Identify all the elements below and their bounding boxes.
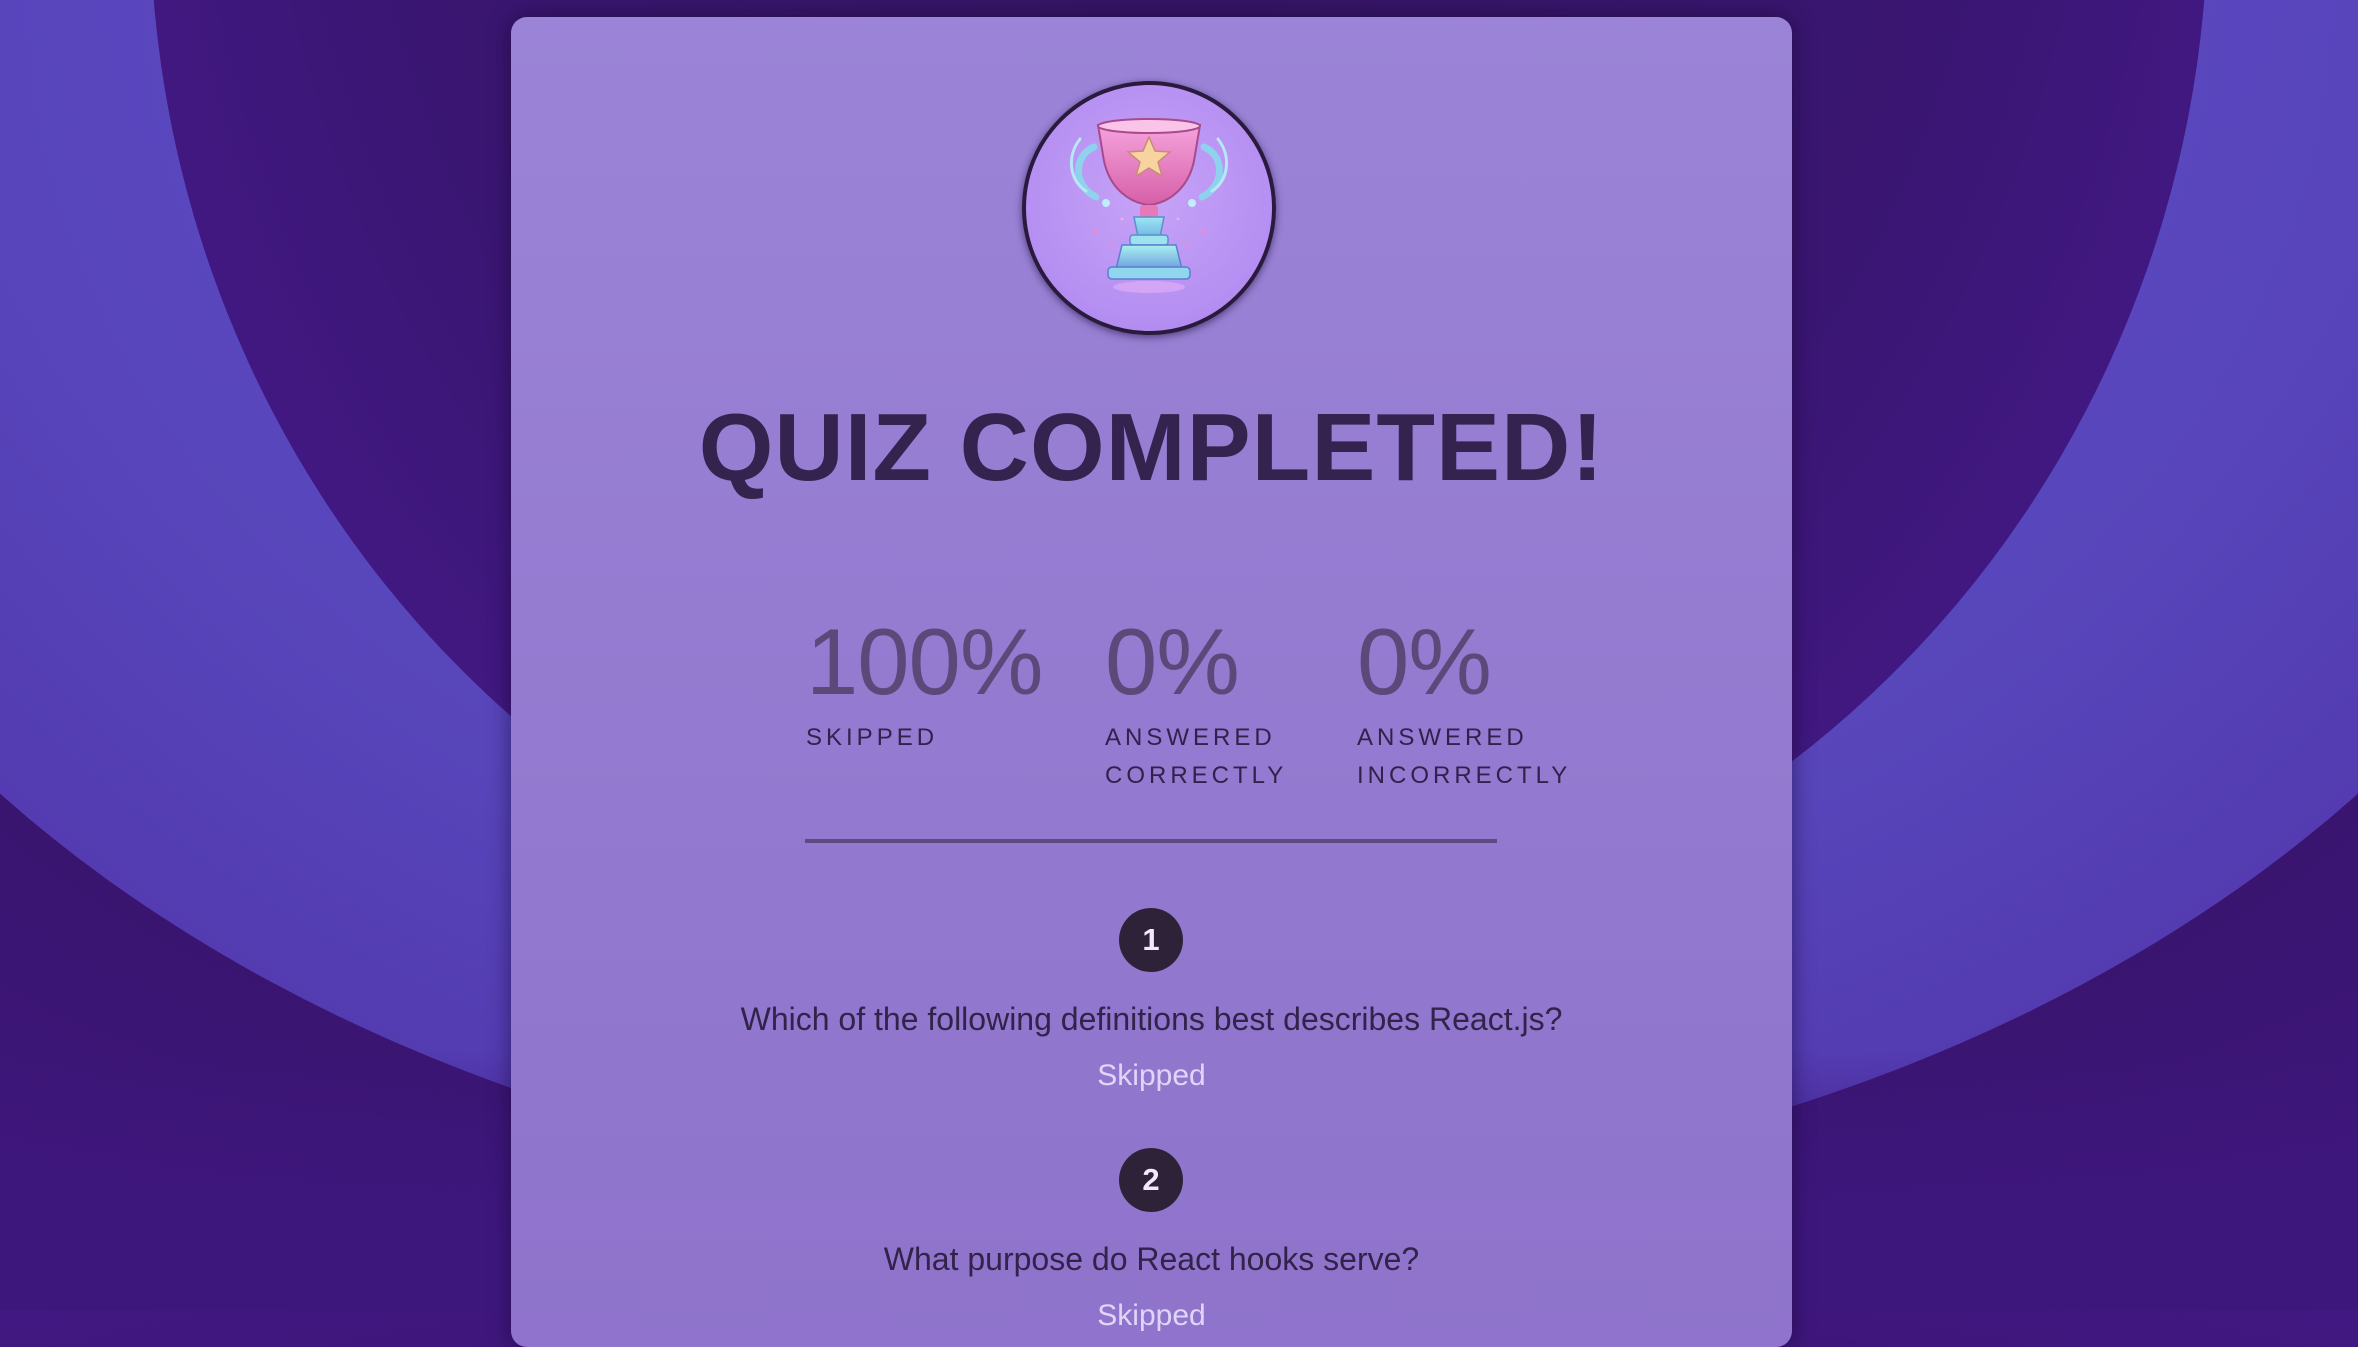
stat-correct-label-line2: CORRECTLY	[1105, 762, 1288, 789]
stat-correct-label-line1: ANSWERED	[1105, 724, 1276, 751]
stat-incorrect-label-line1: ANSWERED	[1357, 724, 1528, 751]
stat-incorrect-value: 0%	[1357, 609, 1492, 714]
question-number-badge: 1	[1119, 908, 1183, 972]
question-text: What purpose do React hooks serve?	[883, 1241, 1420, 1277]
results-card: QUIZ COMPLETED! 100% SKIPPED 0% ANSWERED…	[511, 17, 1792, 1347]
stat-answered-incorrectly: 0% ANSWERED INCORRECTLY	[1357, 615, 1571, 795]
trophy-badge	[1022, 81, 1276, 335]
stat-correct-value: 0%	[1105, 609, 1240, 714]
question-text: Which of the following definitions best …	[740, 1001, 1563, 1037]
stat-skipped: 100% SKIPPED	[806, 609, 1043, 757]
question-status: Skipped	[1097, 1299, 1206, 1332]
trophy-icon	[1069, 118, 1229, 293]
stat-skipped-label-line1: SKIPPED	[806, 724, 939, 751]
stat-skipped-value: 100%	[806, 609, 1043, 714]
stat-incorrect-label: ANSWERED INCORRECTLY	[1357, 719, 1571, 795]
stat-skipped-label: SKIPPED	[806, 719, 1042, 757]
question-number-badge: 2	[1119, 1148, 1183, 1212]
divider	[805, 839, 1497, 843]
stat-answered-correctly: 0% ANSWERED CORRECTLY	[1105, 615, 1287, 795]
stat-correct-label: ANSWERED CORRECTLY	[1105, 719, 1287, 795]
page-title: QUIZ COMPLETED!	[698, 394, 1605, 501]
question-status: Skipped	[1097, 1059, 1206, 1092]
stat-incorrect-label-line2: INCORRECTLY	[1357, 762, 1572, 789]
